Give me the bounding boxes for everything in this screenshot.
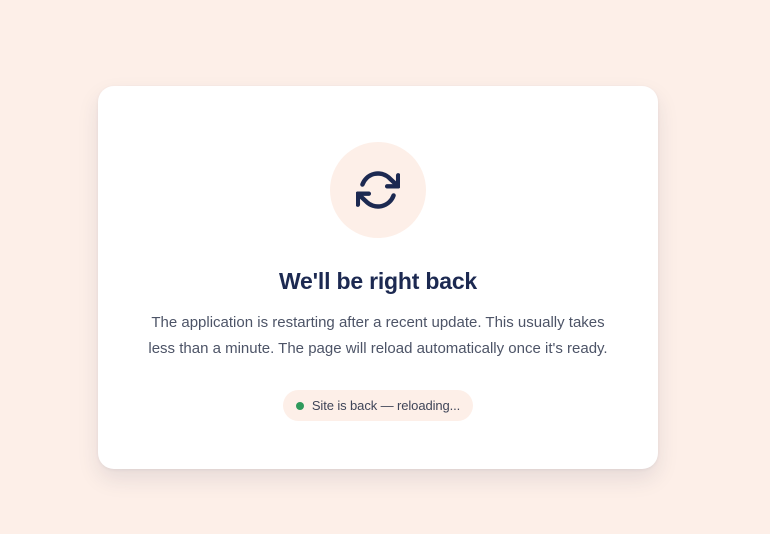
status-message: The application is restarting after a re… [148,314,608,357]
status-badge: Site is back — reloading... [283,390,473,421]
status-indicator-dot [295,401,304,410]
maintenance-card: We'll be right back The application is r… [98,86,658,469]
icon-badge [330,142,426,238]
status-text: Site is back — reloading... [311,398,461,413]
page-title: We'll be right back [278,268,478,294]
refresh-icon [356,171,400,209]
